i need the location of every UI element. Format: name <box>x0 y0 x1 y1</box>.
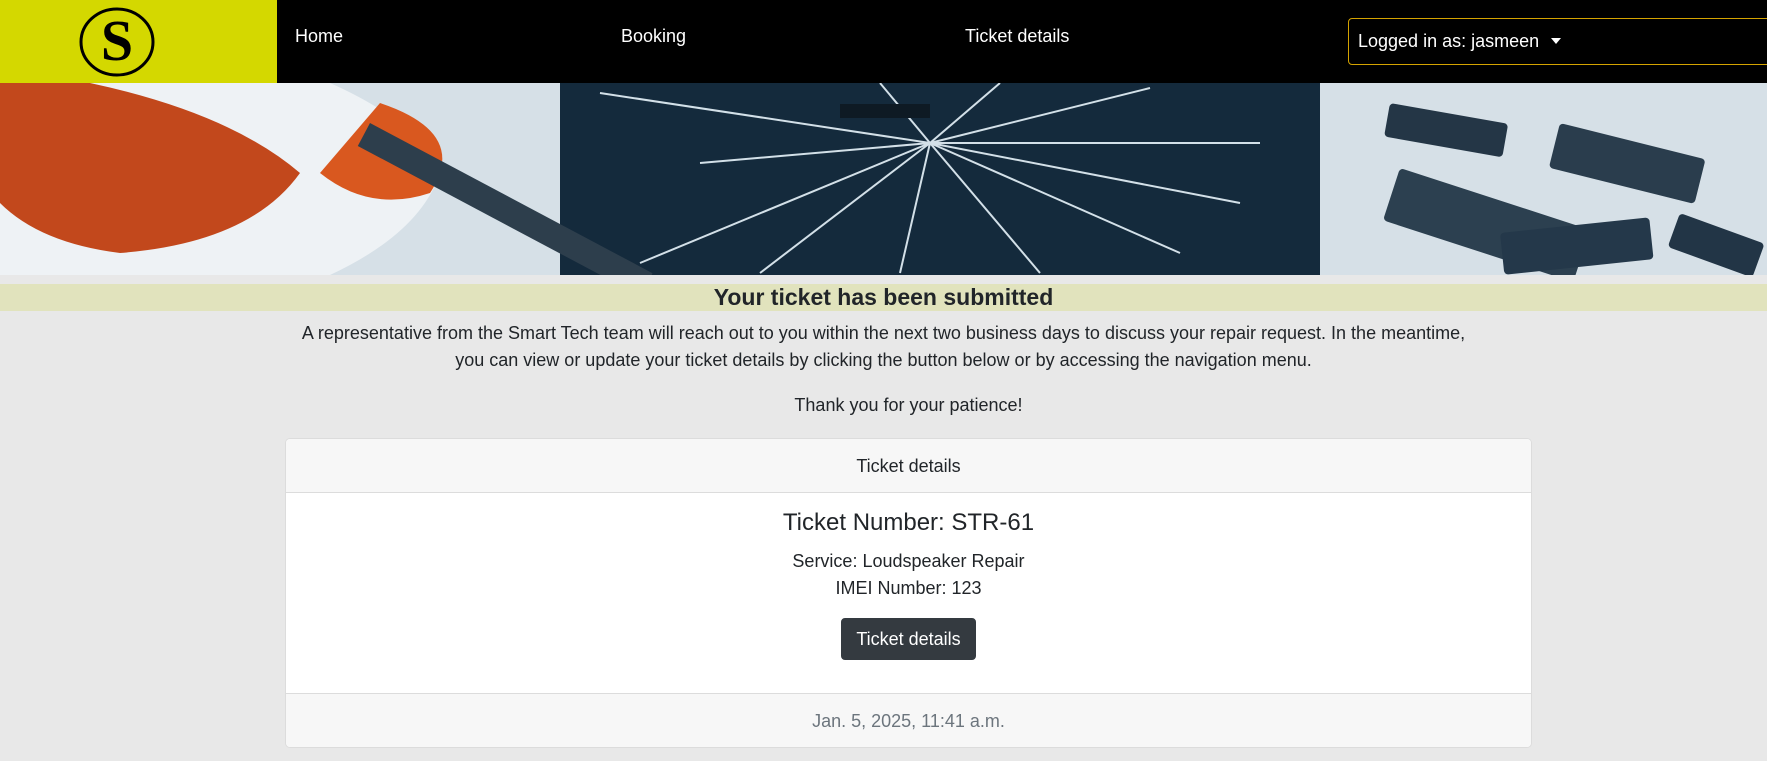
top-navbar: S Home Booking Ticket details Logged in … <box>0 0 1767 83</box>
brand-logo[interactable]: S <box>0 0 277 83</box>
ticket-number: Ticket Number: STR-61 <box>782 509 1035 536</box>
caret-down-icon <box>1551 38 1562 44</box>
broken-phone-repair-icon <box>0 83 1767 275</box>
hero-banner-image <box>0 83 1767 275</box>
ticket-timestamp: Jan. 5, 2025, 11:41 a.m. <box>286 693 1531 747</box>
nav-booking-link[interactable]: Booking <box>621 24 686 48</box>
logo-letter: S <box>101 8 133 73</box>
confirmation-intro-text: A representative from the Smart Tech tea… <box>301 323 1466 370</box>
ticket-service: Service: Loudspeaker Repair <box>792 551 1025 571</box>
user-menu-label: Logged in as: jasmeen <box>1358 31 1540 51</box>
confirmation-heading-band: Your ticket has been submitted <box>0 284 1767 311</box>
ticket-details-button[interactable]: Ticket details <box>841 618 976 660</box>
ticket-card: Ticket details Ticket Number: STR-61 Ser… <box>285 438 1532 748</box>
nav-ticket-details-link[interactable]: Ticket details <box>965 24 1069 48</box>
smart-tech-logo-icon: S <box>79 7 155 77</box>
ticket-card-body: Ticket Number: STR-61 Service: Loudspeak… <box>286 493 1531 693</box>
nav-home-link[interactable]: Home <box>295 24 343 48</box>
user-menu-dropdown[interactable]: Logged in as: jasmeen <box>1348 18 1767 65</box>
thanks-text: Thank you for your patience! <box>794 395 1023 415</box>
ticket-card-header: Ticket details <box>286 439 1531 493</box>
ticket-imei: IMEI Number: 123 <box>835 578 982 598</box>
confirmation-heading: Your ticket has been submitted <box>713 284 1054 310</box>
